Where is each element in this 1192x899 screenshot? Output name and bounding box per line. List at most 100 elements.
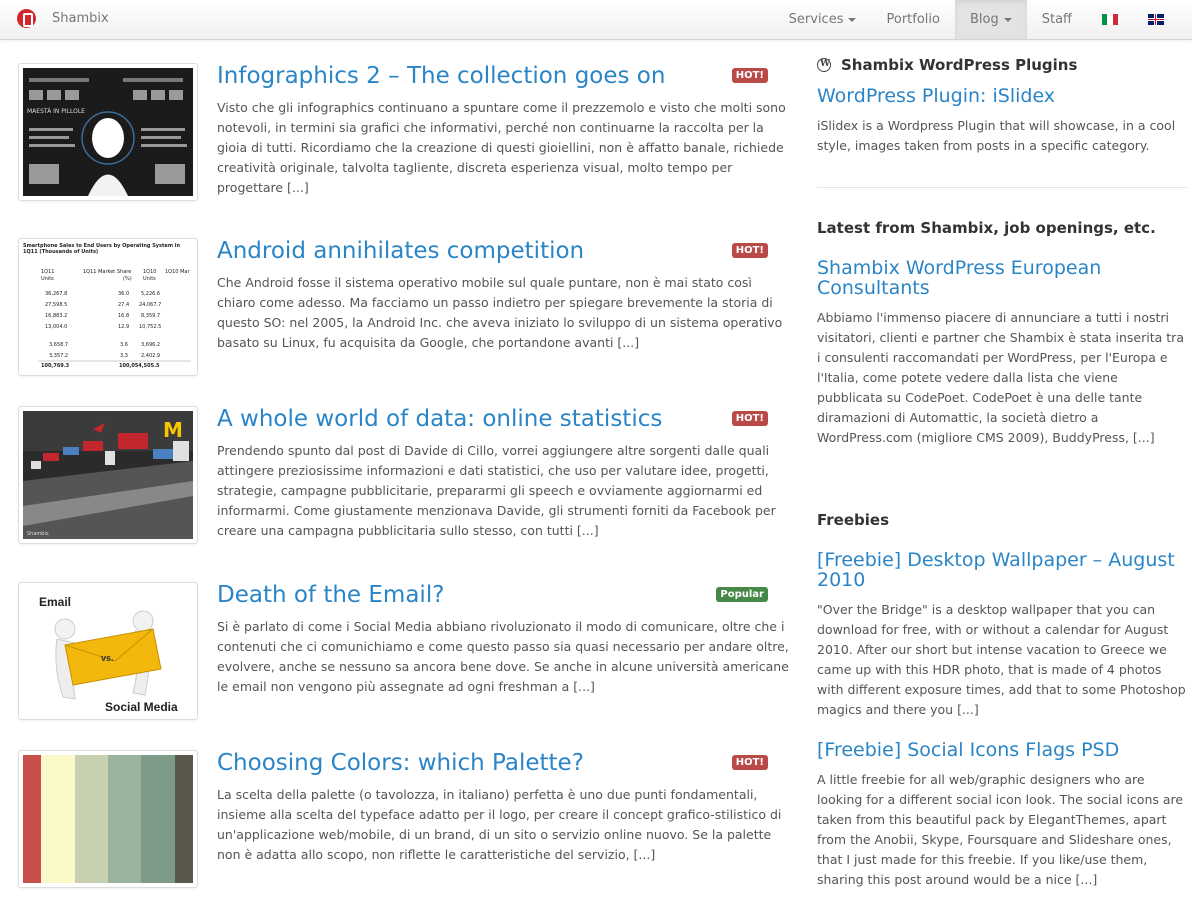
svg-text:M: M — [163, 418, 183, 442]
sidebar-widget-plugins: W Shambix WordPress Plugins — [817, 56, 1187, 74]
post-excerpt: Prendendo spunto dal post di Davide di C… — [217, 443, 776, 538]
widget-heading: Freebies — [817, 511, 890, 529]
svg-text:Units: Units — [143, 276, 156, 282]
sales-table-thumbnail-image: Smartphone Sales to End Users by Operati… — [23, 243, 193, 371]
sidebar-widget-latest: Latest from Shambix, job openings, etc. — [817, 219, 1187, 237]
post-title-link[interactable]: Death of the Email? — [217, 582, 444, 608]
svg-text:1Q10 Mar: 1Q10 Mar — [165, 269, 190, 275]
sidebar-post-title-link[interactable]: [Freebie] Desktop Wallpaper – August 201… — [817, 550, 1177, 590]
brand-name[interactable]: Shambix — [52, 11, 109, 26]
hot-badge: HOT! — [731, 411, 768, 426]
svg-text:16,883.2: 16,883.2 — [45, 313, 67, 319]
svg-text:3,658.7: 3,658.7 — [49, 342, 68, 348]
sidebar-post-excerpt: A little freebie for all web/graphic des… — [817, 772, 1184, 887]
svg-text:10,752.5: 10,752.5 — [139, 324, 161, 330]
hot-badge: HOT! — [731, 68, 768, 83]
hot-badge: HOT! — [731, 243, 768, 258]
post-thumbnail[interactable]: MAESTÀ IN PILLOLE — [18, 63, 198, 201]
italian-flag-icon[interactable] — [1102, 14, 1118, 25]
widget-heading: Latest from Shambix, job openings, etc. — [817, 219, 1156, 237]
palette-swatch — [141, 755, 175, 883]
blog-post: Choosing Colors: which Palette? HOT! La … — [18, 750, 781, 890]
uk-flag-icon[interactable] — [1148, 14, 1164, 25]
palette-swatch — [174, 755, 193, 883]
post-excerpt: Si è parlato di come i Social Media abbi… — [217, 619, 789, 694]
plugin-post: WordPress Plugin: iSlidex iSlidex is a W… — [817, 86, 1187, 156]
thumbnail-caption: Shambix — [27, 531, 49, 537]
shambix-logo-icon[interactable] — [17, 9, 36, 28]
svg-text:13,004.0: 13,004.0 — [45, 324, 67, 330]
nav-item-blog[interactable]: Blog — [954, 0, 1027, 39]
svg-text:3.3: 3.3 — [120, 353, 128, 359]
sidebar-post-title-link[interactable]: [Freebie] Social Icons Flags PSD — [817, 740, 1187, 760]
latest-post: Shambix WordPress European Consultants A… — [817, 258, 1187, 448]
svg-text:3,696.2: 3,696.2 — [141, 342, 160, 348]
svg-text:27.4: 27.4 — [118, 302, 129, 308]
top-navbar: Shambix Services Portfolio Blog Staff — [0, 0, 1192, 40]
nav-item-label: Services — [788, 12, 844, 27]
post-title-link[interactable]: A whole world of data: online statistics — [217, 406, 662, 432]
popular-badge: Popular — [716, 587, 768, 602]
language-italian[interactable] — [1087, 0, 1133, 39]
svg-text:27,598.5: 27,598.5 — [45, 302, 67, 308]
blog-post: Email vs. Social Media Death of the Emai… — [18, 582, 789, 722]
chevron-down-icon — [848, 17, 857, 22]
post-excerpt: Visto che gli infographics continuano a … — [217, 100, 786, 195]
post-title-link[interactable]: Android annihilates competition — [217, 238, 584, 264]
post-thumbnail[interactable]: Email vs. Social Media — [18, 582, 198, 720]
nav-item-portfolio[interactable]: Portfolio — [871, 0, 954, 39]
chevron-down-icon — [1003, 17, 1012, 22]
palette-swatch — [41, 755, 75, 883]
thumbnail-caption-top: Email — [39, 595, 71, 609]
svg-text:36.0: 36.0 — [118, 291, 129, 297]
thumbnail-caption-bottom: Social Media — [105, 700, 178, 714]
sidebar-post-title-link[interactable]: WordPress Plugin: iSlidex — [817, 86, 1187, 106]
svg-text:1Q11: 1Q11 — [41, 269, 54, 275]
brand[interactable]: Shambix — [17, 9, 109, 28]
nav-item-label: Staff — [1041, 12, 1072, 27]
city-billboards-thumbnail-image: M Shambix — [23, 411, 193, 539]
palette-swatch — [23, 755, 42, 883]
main-nav: Services Portfolio Blog Staff — [774, 0, 1192, 39]
infographic-thumbnail-image: MAESTÀ IN PILLOLE — [23, 68, 193, 196]
palette-swatch — [107, 755, 142, 883]
svg-text:36,267.8: 36,267.8 — [45, 291, 67, 297]
language-english[interactable] — [1133, 0, 1192, 39]
svg-text:1Q11 Market Share: 1Q11 Market Share — [83, 269, 131, 275]
sidebar-post-excerpt: iSlidex is a Wordpress Plugin that will … — [817, 118, 1176, 153]
sidebar-post-excerpt: "Over the Bridge" is a desktop wallpaper… — [817, 602, 1186, 717]
sidebar-divider — [817, 187, 1187, 188]
nav-item-label: Blog — [969, 12, 999, 27]
freebie-post: [Freebie] Social Icons Flags PSD A littl… — [817, 740, 1187, 890]
widget-heading: Shambix WordPress Plugins — [841, 56, 1078, 74]
post-title-link[interactable]: Choosing Colors: which Palette? — [217, 750, 584, 776]
post-excerpt: La scelta della palette (o tavolozza, in… — [217, 787, 782, 862]
email-vs-social-thumbnail-image: Email vs. Social Media — [23, 587, 193, 715]
thumbnail-caption: Smartphone Sales to End Users by Operati… — [23, 243, 181, 255]
post-thumbnail[interactable] — [18, 750, 198, 888]
blog-post: MAESTÀ IN PILLOLE Infographics 2 – The c… — [18, 63, 786, 203]
post-excerpt: Che Android fosse il sistema operativo m… — [217, 275, 783, 350]
svg-text:12.9: 12.9 — [118, 324, 129, 330]
svg-text:8,359.7: 8,359.7 — [141, 313, 160, 319]
svg-text:100,769.3: 100,769.3 — [41, 363, 70, 369]
freebie-post: [Freebie] Desktop Wallpaper – August 201… — [817, 550, 1187, 720]
svg-text:Units: Units — [41, 276, 54, 282]
blog-post: M Shambix A whole world of data: online … — [18, 406, 776, 546]
thumbnail-caption: MAESTÀ IN PILLOLE — [27, 108, 85, 115]
svg-text:16.8: 16.8 — [118, 313, 129, 319]
sidebar-post-title-link[interactable]: Shambix WordPress European Consultants — [817, 258, 1117, 298]
thumbnail-caption-mid: vs. — [101, 653, 114, 663]
svg-text:(%): (%) — [123, 276, 132, 282]
nav-item-services[interactable]: Services — [774, 0, 872, 39]
svg-text:3.6: 3.6 — [120, 342, 128, 348]
post-title-link[interactable]: Infographics 2 – The collection goes on — [217, 63, 665, 89]
post-thumbnail[interactable]: Smartphone Sales to End Users by Operati… — [18, 238, 198, 376]
color-palette-thumbnail-image — [23, 755, 193, 883]
svg-text:5,226.6: 5,226.6 — [141, 291, 160, 297]
blog-post: Smartphone Sales to End Users by Operati… — [18, 238, 782, 378]
post-thumbnail[interactable]: M Shambix — [18, 406, 198, 544]
nav-item-staff[interactable]: Staff — [1027, 0, 1087, 39]
svg-text:1Q10: 1Q10 — [143, 269, 156, 275]
sidebar-widget-freebies: Freebies — [817, 511, 1187, 529]
